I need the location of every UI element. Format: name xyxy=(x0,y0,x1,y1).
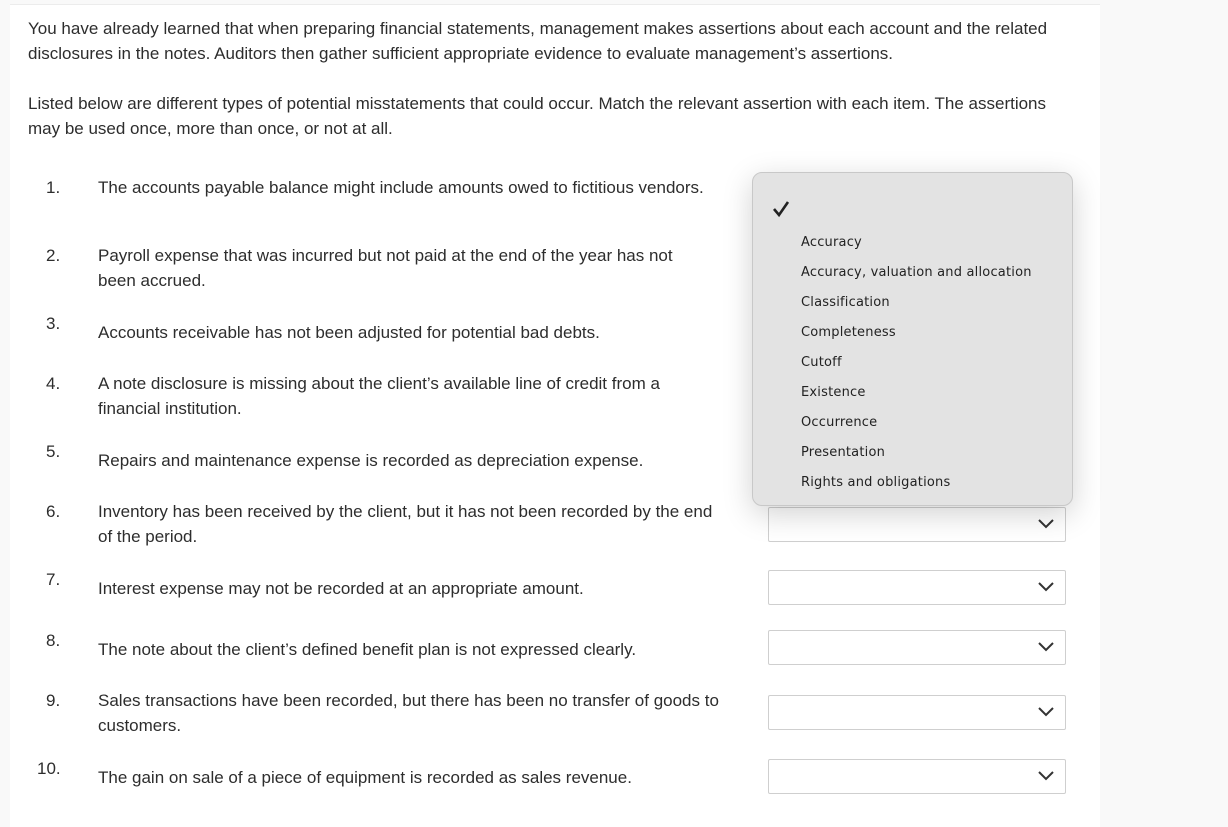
assertion-select-10[interactable] xyxy=(768,759,1066,794)
item-text: A note disclosure is missing about the c… xyxy=(98,374,660,418)
chevron-down-icon xyxy=(1038,582,1054,592)
assertion-select-6[interactable] xyxy=(768,507,1066,542)
item-text: The accounts payable balance might inclu… xyxy=(98,178,704,197)
item-text: The gain on sale of a piece of equipment… xyxy=(98,768,632,787)
dropdown-option[interactable]: Accuracy, valuation and allocation xyxy=(801,265,1032,280)
checkmark-icon xyxy=(773,201,790,218)
item-number: 3. xyxy=(46,314,61,333)
item-text: Accounts receivable has not been adjuste… xyxy=(98,323,600,342)
dropdown-option[interactable]: Rights and obligations xyxy=(801,475,950,490)
item-text: Inventory has been received by the clien… xyxy=(98,502,713,546)
item-number: 2. xyxy=(46,246,61,265)
item-text: The note about the client’s defined bene… xyxy=(98,640,637,659)
intro-paragraph-2: Listed below are different types of pote… xyxy=(28,94,1047,138)
item-number: 6. xyxy=(46,502,61,521)
item-text: Interest expense may not be recorded at … xyxy=(98,579,584,598)
item-number: 5. xyxy=(46,442,61,461)
assertion-select-7[interactable] xyxy=(768,570,1066,605)
chevron-down-icon xyxy=(1038,519,1054,529)
dropdown-option[interactable]: Accuracy xyxy=(801,235,862,250)
item-number: 4. xyxy=(46,374,61,393)
assertion-select-9[interactable] xyxy=(768,695,1066,730)
chevron-down-icon xyxy=(1038,642,1054,652)
chevron-down-icon xyxy=(1038,707,1054,717)
item-number: 1. xyxy=(46,178,61,197)
item-text: Sales transactions have been recorded, b… xyxy=(98,691,719,735)
intro-paragraph-1: You have already learned that when prepa… xyxy=(28,19,1048,63)
question-panel: You have already learned that when prepa… xyxy=(10,4,1100,827)
item-text: Payroll expense that was incurred but no… xyxy=(98,246,673,290)
item-number: 7. xyxy=(46,570,61,589)
assertion-select-8[interactable] xyxy=(768,630,1066,665)
chevron-down-icon xyxy=(1038,771,1054,781)
item-number: 10. xyxy=(37,759,61,778)
assertion-dropdown-menu[interactable]: Accuracy Accuracy, valuation and allocat… xyxy=(752,172,1073,506)
dropdown-option[interactable]: Cutoff xyxy=(801,355,842,370)
dropdown-option[interactable]: Classification xyxy=(801,295,890,310)
item-number: 8. xyxy=(46,631,61,650)
dropdown-option[interactable]: Occurrence xyxy=(801,415,877,430)
dropdown-option[interactable]: Presentation xyxy=(801,445,885,460)
dropdown-option[interactable]: Completeness xyxy=(801,325,896,340)
item-text: Repairs and maintenance expense is recor… xyxy=(98,451,644,470)
dropdown-option[interactable]: Existence xyxy=(801,385,866,400)
item-number: 9. xyxy=(46,691,61,710)
